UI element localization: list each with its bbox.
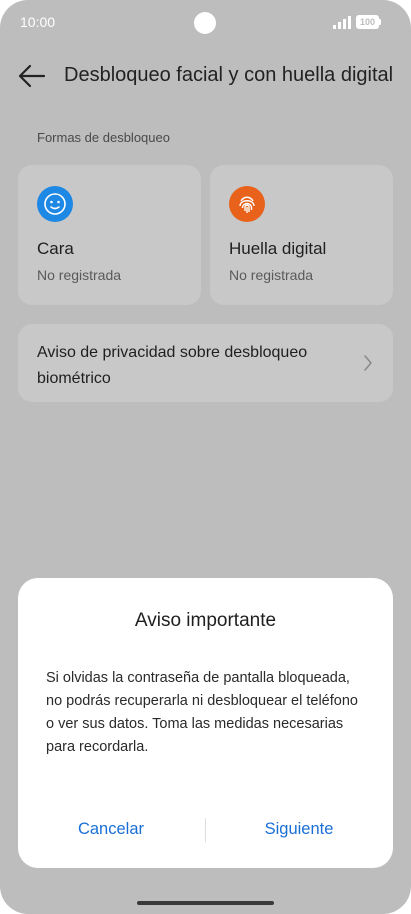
status-bar: 10:00 100 <box>0 0 411 46</box>
fingerprint-unlock-card[interactable]: Huella digital No registrada <box>210 165 393 305</box>
next-button[interactable]: Siguiente <box>219 814 379 844</box>
arrow-left-icon <box>14 64 50 96</box>
signal-icon <box>332 15 352 29</box>
back-button[interactable] <box>14 60 50 92</box>
battery-icon: 100 <box>356 15 382 29</box>
camera-cutout <box>194 12 216 34</box>
chevron-right-icon <box>362 354 374 372</box>
status-time: 10:00 <box>20 14 56 30</box>
page-title: Desbloqueo facial y con huella digital <box>64 64 394 86</box>
dialog-message: Si olvidas la contraseña de pantalla blo… <box>46 670 358 755</box>
face-unlock-card[interactable]: Cara No registrada <box>18 165 201 305</box>
card-status: No registrada <box>37 267 122 283</box>
header: Desbloqueo facial y con huella digital <box>0 52 411 102</box>
battery-level: 100 <box>359 17 376 27</box>
card-title: Huella digital <box>229 239 327 258</box>
dialog-title: Aviso importante <box>134 610 277 631</box>
privacy-notice-row[interactable]: Aviso de privacidad sobre desbloqueo bio… <box>18 324 393 402</box>
important-notice-dialog: Aviso importante Si olvidas la contraseñ… <box>18 578 393 868</box>
button-divider <box>205 818 206 842</box>
section-label: Formas de desbloqueo <box>37 130 170 145</box>
home-indicator[interactable] <box>137 901 274 905</box>
card-status: No registrada <box>229 267 314 283</box>
screen: 10:00 100 Desbloqueo facial y con huella <box>0 0 411 914</box>
fingerprint-icon <box>229 186 265 222</box>
face-icon <box>37 186 73 222</box>
cancel-button[interactable]: Cancelar <box>31 814 191 844</box>
card-title: Cara <box>37 239 74 258</box>
privacy-notice-label: Aviso de privacidad sobre desbloqueo bio… <box>37 344 308 387</box>
